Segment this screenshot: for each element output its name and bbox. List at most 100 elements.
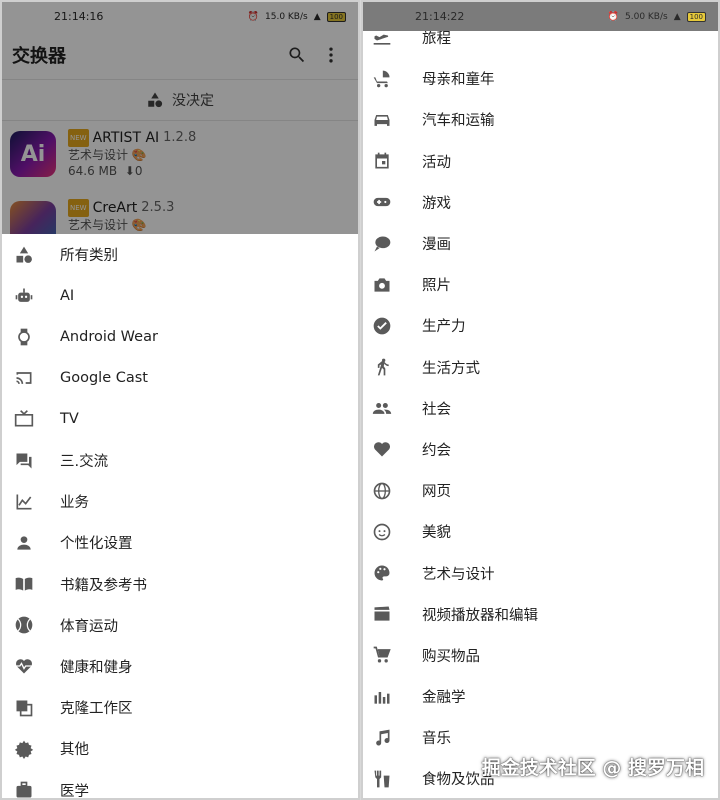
category-art-design[interactable]: 艺术与设计	[363, 552, 718, 593]
category-events[interactable]: 活动	[363, 141, 718, 182]
category-label: 其他	[60, 742, 89, 759]
category-personalization[interactable]: 个性化设置	[2, 522, 358, 563]
category-android-wear[interactable]: Android Wear	[2, 316, 358, 357]
speech-bubble-icon	[372, 234, 392, 254]
category-beauty[interactable]: 美貌	[363, 511, 718, 552]
watermark: 掘金技术社区 @ 搜罗万相	[481, 757, 704, 779]
battery-icon: 100	[686, 11, 706, 22]
shapes-icon	[14, 245, 34, 265]
left-screen: 21:14:16 ⏰ 15.0 KB/s ▲ 100 交换器 没决定 Ai NE…	[0, 0, 360, 800]
face-icon	[372, 522, 392, 542]
gamepad-icon	[372, 192, 392, 212]
undecided-filter[interactable]: 没决定	[2, 79, 358, 121]
app-version: 1.2.8	[163, 130, 197, 145]
app-downloads: 0	[134, 164, 143, 178]
category-communication[interactable]: 三.交流	[2, 440, 358, 481]
wifi-icon: ▲	[673, 11, 681, 22]
category-label: 购买物品	[422, 648, 480, 665]
category-label: 约会	[422, 442, 451, 459]
app-size: 64.6 MB	[68, 164, 118, 178]
category-label: Google Cast	[60, 370, 148, 387]
category-web[interactable]: 网页	[363, 470, 718, 511]
category-sheet: 所有类别 AI Android Wear Google Cast TV 三.交流…	[2, 234, 358, 800]
category-parenting[interactable]: 母亲和童年	[363, 58, 718, 99]
app-name: CreArt	[92, 200, 138, 216]
gear-icon	[14, 739, 34, 759]
category-label: 游戏	[422, 195, 451, 212]
stroller-icon	[372, 69, 392, 89]
category-social[interactable]: 社会	[363, 388, 718, 429]
category-clone[interactable]: 克隆工作区	[2, 687, 358, 728]
battery-icon: 100	[326, 11, 346, 22]
category-sports[interactable]: 体育运动	[2, 605, 358, 646]
wifi-icon: ▲	[313, 11, 321, 22]
category-other[interactable]: 其他	[2, 728, 358, 769]
new-badge-icon: NEW	[68, 129, 89, 147]
app-list-item[interactable]: Ai NEW ARTIST AI 1.2.8 艺术与设计 🎨 64.6 MB ⬇0	[2, 125, 358, 195]
category-productivity[interactable]: 生产力	[363, 305, 718, 346]
robot-icon	[14, 286, 34, 306]
more-options-button[interactable]	[314, 38, 348, 72]
car-icon	[372, 110, 392, 130]
category-dating[interactable]: 约会	[363, 429, 718, 470]
category-label: 母亲和童年	[422, 72, 495, 89]
category-comics[interactable]: 漫画	[363, 223, 718, 264]
category-google-cast[interactable]: Google Cast	[2, 358, 358, 399]
tv-icon	[14, 409, 34, 429]
category-label: AI	[60, 287, 75, 304]
category-ai[interactable]: AI	[2, 275, 358, 316]
palette-icon: 🎨	[131, 218, 147, 232]
status-bar: 21:14:22 ⏰ 5.00 KB/s ▲ 100	[363, 2, 718, 31]
category-label: 视频播放器和编辑	[422, 607, 538, 624]
page-title: 交换器	[12, 46, 66, 67]
camera-icon	[372, 275, 392, 295]
category-label: 所有类别	[60, 248, 118, 265]
category-label: 克隆工作区	[60, 701, 133, 718]
category-auto[interactable]: 汽车和运输	[363, 99, 718, 140]
category-label: 艺术与设计	[422, 566, 495, 583]
music-note-icon	[372, 728, 392, 748]
category-label: 个性化设置	[60, 536, 133, 553]
category-games[interactable]: 游戏	[363, 182, 718, 223]
category-label: 社会	[422, 401, 451, 418]
category-label: 医学	[60, 783, 89, 800]
category-label: TV	[60, 411, 79, 428]
palette-icon: 🎨	[131, 148, 147, 162]
book-icon	[14, 574, 34, 594]
status-time: 21:14:16	[54, 10, 104, 23]
category-finance[interactable]: 金融学	[363, 676, 718, 717]
category-video[interactable]: 视频播放器和编辑	[363, 594, 718, 635]
category-medical[interactable]: 医学	[2, 769, 358, 800]
signal-speed: 15.0 KB/s	[265, 11, 308, 22]
cart-icon	[372, 645, 392, 665]
app-bar: 交换器	[2, 31, 358, 79]
category-all[interactable]: 所有类别	[2, 234, 358, 275]
category-shopping[interactable]: 购买物品	[363, 635, 718, 676]
search-button[interactable]	[280, 38, 314, 72]
category-label: 美貌	[422, 525, 451, 542]
shapes-icon	[148, 92, 163, 108]
clone-icon	[14, 698, 34, 718]
app-name: ARTIST AI	[92, 130, 160, 146]
category-list: 旅程 母亲和童年 汽车和运输 活动 游戏 漫画 照片 生产力 生活方式 社会 约…	[363, 17, 718, 798]
category-photography[interactable]: 照片	[363, 264, 718, 305]
search-icon	[289, 47, 305, 63]
category-label: 生活方式	[422, 360, 480, 377]
ball-icon	[14, 615, 34, 635]
category-label: 健康和健身	[60, 659, 133, 676]
app-version: 2.5.3	[141, 200, 175, 215]
category-health[interactable]: 健康和健身	[2, 646, 358, 687]
category-label: 书籍及参考书	[60, 577, 147, 594]
category-label: 活动	[422, 154, 451, 171]
heart-icon	[372, 439, 392, 459]
app-icon: Ai	[10, 131, 56, 177]
right-screen: 21:14:22 ⏰ 5.00 KB/s ▲ 100 旅程 母亲和童年 汽车和运…	[361, 0, 720, 800]
category-books[interactable]: 书籍及参考书	[2, 564, 358, 605]
category-lifestyle[interactable]: 生活方式	[363, 347, 718, 388]
equalizer-icon	[372, 687, 392, 707]
people-icon	[372, 398, 392, 418]
category-tv[interactable]: TV	[2, 399, 358, 440]
clapperboard-icon	[372, 604, 392, 624]
app-category: 艺术与设计	[68, 148, 129, 162]
category-business[interactable]: 业务	[2, 481, 358, 522]
